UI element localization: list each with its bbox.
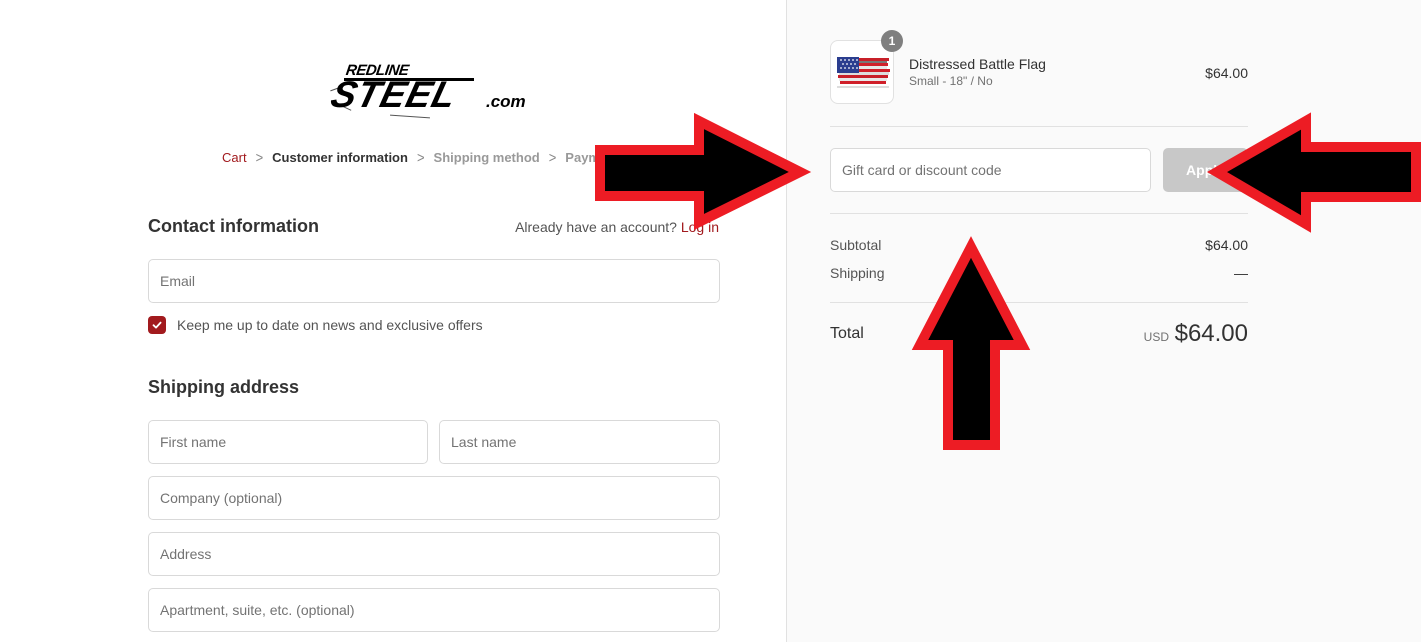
logo-spray [390, 114, 430, 119]
product-variant: Small - 18" / No [909, 74, 993, 88]
breadcrumb-cart[interactable]: Cart [222, 150, 247, 165]
divider [830, 126, 1248, 127]
email-input[interactable] [149, 260, 719, 302]
newsletter-label[interactable]: Keep me up to date on news and exclusive… [177, 317, 483, 333]
last-name-field [439, 420, 720, 464]
logo-steel-text: STEEL [326, 74, 462, 115]
apartment-field [148, 588, 720, 632]
newsletter-option: Keep me up to date on news and exclusive… [148, 316, 483, 334]
store-logo[interactable]: REDLINE STEEL .com [326, 58, 542, 122]
flag-thumbnail-icon [837, 57, 890, 88]
product-name: Distressed Battle Flag [909, 56, 1046, 72]
checkmark-icon [152, 321, 162, 329]
chevron-right-icon: > [548, 149, 557, 166]
breadcrumb-payment: Payment [565, 150, 620, 165]
chevron-right-icon: > [255, 149, 264, 166]
newsletter-checkbox[interactable] [148, 316, 166, 334]
chevron-right-icon: > [416, 149, 425, 166]
subtotal-value: $64.00 [1205, 237, 1248, 253]
divider [830, 213, 1248, 214]
total-value: $64.00 [1174, 320, 1248, 347]
divider [830, 302, 1248, 303]
total-currency: USD [1143, 330, 1169, 344]
order-line-item: 1 Distressed Battle Flag Small - 18" / N… [830, 30, 1248, 104]
login-link[interactable]: Log in [681, 219, 719, 235]
breadcrumb-customer-information: Customer information [272, 150, 408, 165]
shipping-value: — [1234, 265, 1248, 281]
address-field [148, 532, 720, 576]
breadcrumb-shipping-method: Shipping method [433, 150, 540, 165]
discount-code-input[interactable] [831, 149, 1150, 191]
email-field [148, 259, 720, 303]
shipping-address-heading: Shipping address [148, 377, 300, 397]
quantity-badge: 1 [881, 30, 903, 52]
apartment-input[interactable] [149, 589, 719, 631]
contact-information-heading: Contact information [148, 216, 319, 236]
last-name-input[interactable] [440, 421, 719, 463]
account-prompt-text: Already have an account? [515, 219, 677, 235]
account-prompt: Already have an account? Log in [515, 219, 719, 235]
first-name-input[interactable] [149, 421, 427, 463]
company-field [148, 476, 720, 520]
first-name-field [148, 420, 428, 464]
address-input[interactable] [149, 533, 719, 575]
breadcrumb: Cart > Customer information > Shipping m… [222, 149, 620, 166]
logo-domain-suffix: .com [486, 92, 526, 111]
apply-discount-button[interactable]: Apply [1163, 148, 1248, 192]
shipping-label: Shipping [830, 265, 885, 281]
checkout-main: REDLINE STEEL .com Cart > Customer infor… [0, 0, 786, 642]
product-price: $64.00 [1205, 65, 1248, 81]
company-input[interactable] [149, 477, 719, 519]
subtotal-label: Subtotal [830, 237, 882, 253]
discount-code-field [830, 148, 1151, 192]
total-label: Total [830, 325, 864, 342]
